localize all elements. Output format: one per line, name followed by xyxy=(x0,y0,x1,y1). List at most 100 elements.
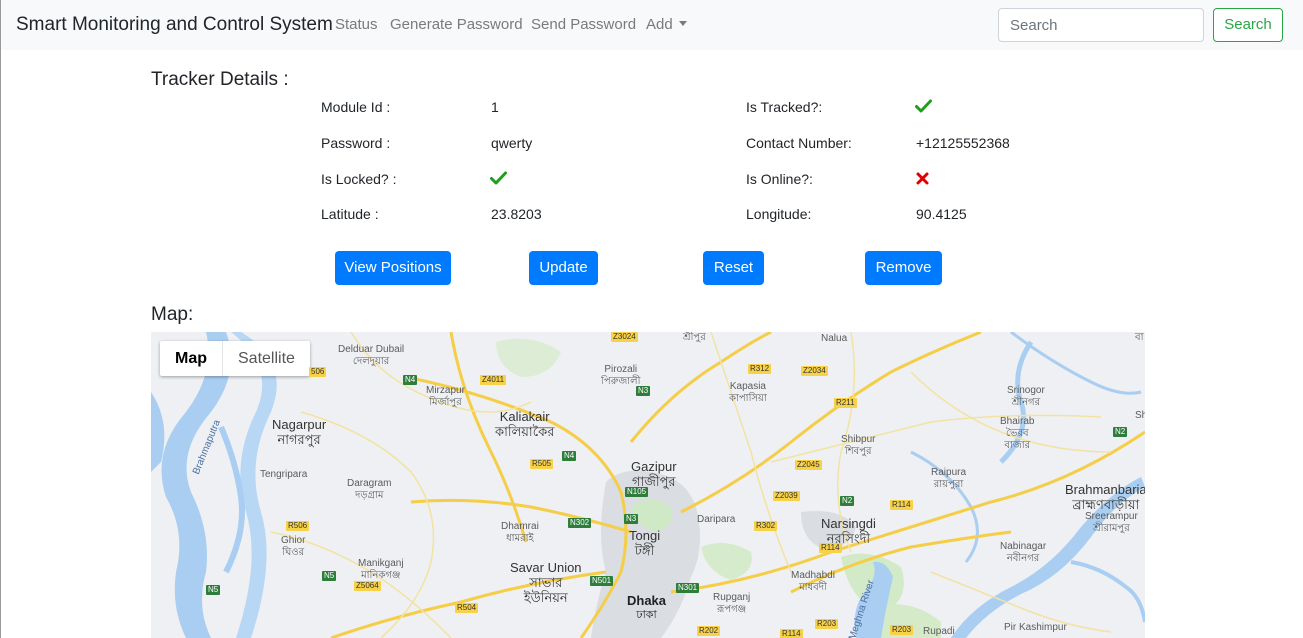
place-nalua: Nalua xyxy=(821,333,848,344)
place-manikganj: Manikganj মানিকগঞ্জ xyxy=(358,558,404,581)
road-shield: N301 xyxy=(676,583,700,593)
navbar: Smart Monitoring and Control System Stat… xyxy=(1,0,1303,50)
road-shield: N501 xyxy=(590,576,614,586)
nav-status[interactable]: Status xyxy=(335,16,378,33)
road-shield: N302 xyxy=(568,518,592,528)
contact-number-value: +12125552368 xyxy=(916,135,1010,151)
is-locked-label: Is Locked? : xyxy=(321,171,397,187)
longitude-label: Longitude: xyxy=(746,206,812,222)
is-online-label: Is Online?: xyxy=(746,171,813,187)
place-pirozali: Pirozali পিরুজালী xyxy=(601,364,641,387)
module-id-label: Module Id : xyxy=(321,99,391,115)
road-shield: Z2045 xyxy=(795,460,822,470)
place-narsingdi: Narsingdi নরসিংদী xyxy=(821,516,876,546)
road-shield: N105 xyxy=(625,487,649,497)
place-srinogor: Srinogor শ্রীনগর xyxy=(1007,385,1045,408)
place-sh: Sh xyxy=(1135,410,1145,421)
road-shield: N5 xyxy=(206,585,221,595)
place-madhabdi: Madhabdi মাধবদী xyxy=(791,570,835,593)
reset-button[interactable]: Reset xyxy=(703,251,764,285)
road-shield: R506 xyxy=(286,521,310,531)
brand[interactable]: Smart Monitoring and Control System xyxy=(16,14,333,36)
place-tengripara: Tengripara xyxy=(260,469,308,480)
cross-icon xyxy=(916,172,929,185)
road-shield: R114 xyxy=(780,629,803,638)
place-sreerampur: Sreerampur শ্রীরামপুর xyxy=(1085,511,1138,534)
road-shield: N3 xyxy=(636,386,651,396)
place-kapasia: Kapasia কাপাসিয়া xyxy=(729,381,767,404)
place-tongi: Tongi টঙ্গী xyxy=(629,528,661,558)
place-rupganj: Rupganj রূপগঞ্জ xyxy=(713,592,751,615)
road-shield: Z5064 xyxy=(354,581,381,591)
contact-number-label: Contact Number: xyxy=(746,135,852,151)
place-daragram: Daragram দড়গ্রাম xyxy=(347,478,392,501)
road-shield: R114 xyxy=(819,543,842,553)
road-shield: N3 xyxy=(624,514,639,524)
check-icon xyxy=(915,99,932,113)
place-pir-kashimpur: Pir Kashimpur xyxy=(1004,622,1067,633)
nav-add-dropdown[interactable]: Add xyxy=(646,16,687,33)
place-mirzapur: Mirzapur মির্জাপুর xyxy=(426,385,465,408)
road-shield: N2 xyxy=(1113,427,1128,437)
place-bhairab: Bhairab ভৈরব বাজার xyxy=(1000,416,1035,451)
road-shield: N4 xyxy=(403,375,418,385)
road-shield: R312 xyxy=(748,364,772,374)
search-input[interactable] xyxy=(998,8,1204,42)
road-shield: N2 xyxy=(840,496,855,506)
road-shield: R505 xyxy=(530,459,554,469)
longitude-value: 90.4125 xyxy=(916,206,967,222)
view-positions-button[interactable]: View Positions xyxy=(335,251,451,285)
map-type-satellite-button[interactable]: Satellite xyxy=(223,341,310,376)
nav-generate-password[interactable]: Generate Password xyxy=(390,16,523,33)
place-top-label: শ্রীপুর xyxy=(683,332,706,343)
road-shield: R202 xyxy=(697,626,721,636)
module-id-value: 1 xyxy=(491,99,499,115)
road-shield: R504 xyxy=(455,603,479,613)
map-type-toggle: Map Satellite xyxy=(160,341,310,376)
place-right-top: বা xyxy=(1135,332,1144,343)
window-border xyxy=(0,0,1,638)
road-shield: Z4011 xyxy=(480,375,507,385)
place-nabinagar: Nabinagar নবীনগর xyxy=(1000,541,1047,564)
place-dhamrai: Dhamrai ধামরাই xyxy=(501,521,539,544)
place-nagarpur: Nagarpur নাগরপুর xyxy=(272,417,327,447)
place-rupadi: Rupadi xyxy=(923,626,955,637)
road-shield: N5 xyxy=(322,571,337,581)
road-shield: 506 xyxy=(309,367,327,377)
nav-add-label: Add xyxy=(646,16,673,33)
map-type-map-button[interactable]: Map xyxy=(160,341,223,376)
place-kaliakair: Kaliakair কালিয়াকৈর xyxy=(495,409,555,439)
place-daripara: Daripara xyxy=(697,514,736,525)
place-brahmanbaria: Brahmanbaria ব্রাহ্মণবাড়ীয়া xyxy=(1065,482,1145,512)
password-value: qwerty xyxy=(491,135,533,151)
place-dhaka: Dhaka ঢাকা xyxy=(627,593,667,621)
road-shield: R302 xyxy=(754,521,778,531)
map-heading: Map: xyxy=(151,304,194,325)
road-shield: R203 xyxy=(815,619,839,629)
place-delduar: Delduar Dubail দেলদুয়ার xyxy=(338,344,405,367)
password-label: Password : xyxy=(321,135,391,151)
update-button[interactable]: Update xyxy=(529,251,598,285)
latitude-label: Latitude : xyxy=(321,206,379,222)
road-shield: Z3024 xyxy=(611,332,638,342)
tracker-details-heading: Tracker Details : xyxy=(151,69,289,90)
road-shield: R114 xyxy=(890,500,913,510)
chevron-down-icon xyxy=(678,21,687,26)
place-ghior: Ghior ঘিওর xyxy=(281,535,306,558)
place-shibpur: Shibpur শিবপুর xyxy=(841,434,876,457)
road-shield: Z2034 xyxy=(801,366,828,376)
map-view[interactable]: Map Satellite Delduar Dubail দেলদুয়ার Mi… xyxy=(151,332,1145,638)
place-raipura: Raipura রায়পুরা xyxy=(931,467,967,490)
road-shield: R211 xyxy=(834,398,857,408)
road-shield: N4 xyxy=(562,451,577,461)
check-icon xyxy=(490,171,507,185)
place-savar-union: Savar Union সাভার ইউনিয়ন xyxy=(510,560,582,605)
nav-send-password[interactable]: Send Password xyxy=(531,16,636,33)
latitude-value: 23.8203 xyxy=(491,206,542,222)
remove-button[interactable]: Remove xyxy=(865,251,942,285)
search-button[interactable]: Search xyxy=(1213,8,1283,42)
place-gazipur: Gazipur গাজীপুর xyxy=(631,459,677,489)
road-shield: Z2039 xyxy=(773,491,800,501)
is-tracked-label: Is Tracked?: xyxy=(746,99,823,115)
road-shield: R203 xyxy=(890,625,914,635)
